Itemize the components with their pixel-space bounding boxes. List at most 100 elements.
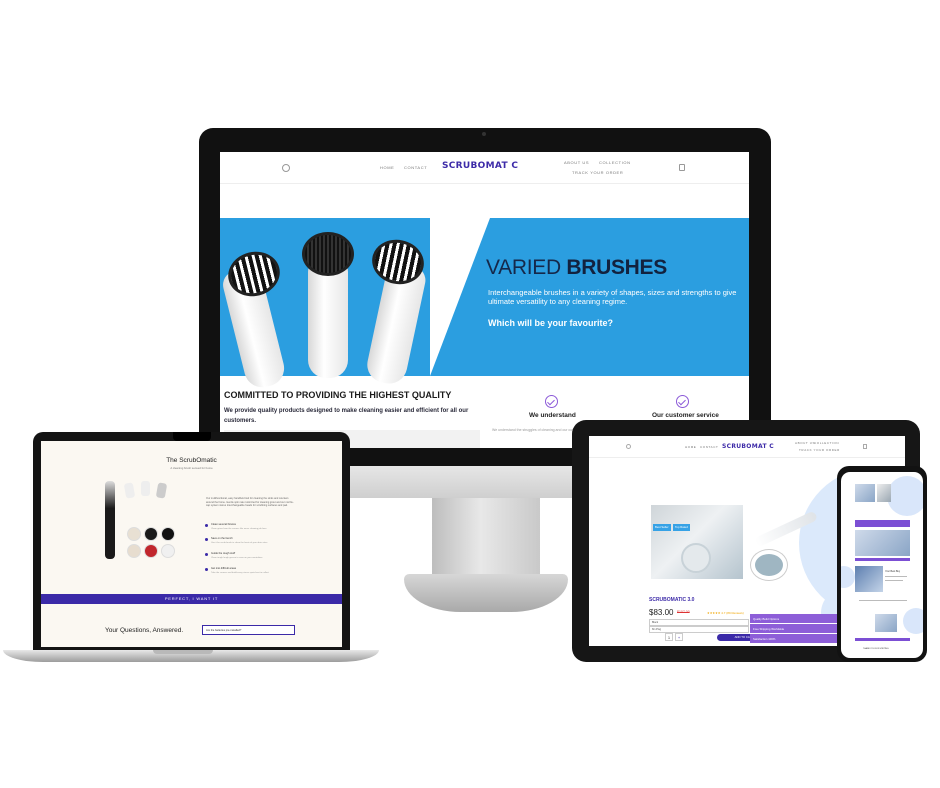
photo-tag: Best Seller <box>653 524 671 531</box>
brush-handle-2 <box>308 258 348 378</box>
hero-subtitle: Interchangeable brushes in a variety of … <box>488 288 737 307</box>
attachment-thumb[interactable] <box>144 527 158 541</box>
bullet-dot <box>205 524 208 527</box>
photo-tag: Top Rated <box>673 524 690 531</box>
plug-select[interactable]: 8in Plug <box>649 626 749 633</box>
nav-collection-link[interactable]: COLLECTION <box>599 160 631 165</box>
imac-camera <box>482 132 486 136</box>
accordion-item[interactable]: Satisfaction 100% <box>750 634 843 644</box>
brush-head-thumb <box>141 481 150 496</box>
product-page-title: The ScrubOmatic <box>166 457 217 464</box>
cta-banner-button[interactable]: PERFECT, I WANT IT <box>41 594 342 604</box>
device-mockup-stage: HOME CONTACT SCRUBOMAT C ABOUT US COLLEC… <box>0 0 940 788</box>
nav-track-order-link[interactable]: TRACK YOUR ORDER <box>799 448 840 452</box>
product-page-subtitle: A cleaning brush sensed for home <box>170 466 213 470</box>
brush-head-image <box>751 550 787 580</box>
nav-track-order-link[interactable]: TRACK YOUR ORDER <box>572 170 623 175</box>
hero-white-wedge <box>430 218 490 376</box>
product-lifestyle-photo: Best Seller Top Rated <box>651 505 743 579</box>
bullet-desc: Clean grime from the corners like never … <box>211 528 267 530</box>
color-select[interactable]: Black <box>649 619 749 626</box>
bullet-desc: Clean tough lough grease to save on your… <box>211 557 263 559</box>
bullet-desc: Use it for scrub brush to clean the knot… <box>211 542 268 544</box>
phone-footer: THANK YOU FOR VISITING <box>863 648 889 650</box>
brush-head-black <box>302 232 354 276</box>
commitment-heading: COMMITTED TO PROVIDING THE HIGHEST QUALI… <box>224 390 452 400</box>
bullet-label: Save on the bench <box>211 537 233 540</box>
bullet-label: Guide the tough stuff <box>211 552 236 555</box>
qty-input[interactable]: 1 <box>665 633 673 641</box>
qty-plus-button[interactable]: + <box>675 633 683 641</box>
commitment-subtitle: We provide quality products designed to … <box>224 408 469 424</box>
search-icon[interactable] <box>626 444 631 449</box>
decor-blob <box>887 476 923 516</box>
attachment-thumb[interactable] <box>144 544 158 558</box>
phone-screen: Your Best Buy THANK YOU FOR VISITING <box>841 472 923 658</box>
feature-image <box>875 614 897 632</box>
hero-title: VARIED BRUSHES <box>486 256 667 280</box>
site-header: HOME CONTACT SCRUBOMAT C ABOUT US COLLEC… <box>220 152 749 184</box>
feature-title-service: Our customer service <box>652 412 719 419</box>
cart-icon[interactable] <box>863 444 867 449</box>
laptop-notch <box>173 432 211 441</box>
attachment-thumb[interactable] <box>161 527 175 541</box>
nav-contact-link[interactable]: CONTACT <box>404 165 427 170</box>
product-old-price: $107.00 <box>677 610 690 614</box>
text-line <box>885 580 903 581</box>
site-logo[interactable]: SCRUBOMAT C <box>442 161 518 171</box>
laptop-base-notch <box>153 650 213 654</box>
feature-title-understand: We understand <box>529 412 576 419</box>
bullet-dot <box>205 568 208 571</box>
search-icon[interactable] <box>282 164 290 172</box>
purple-banner <box>855 520 910 527</box>
scrubomatic-product-image <box>105 481 115 559</box>
nav-about-link[interactable]: ABOUT US <box>795 441 815 445</box>
faq-select[interactable]: Are the batteries pre-installed? <box>202 625 295 635</box>
hero-question: Which will be your favourite? <box>488 318 614 328</box>
imac-stand-foot <box>404 574 568 612</box>
product-price: $83.00 <box>649 608 674 617</box>
bullet-dot <box>205 553 208 556</box>
nav-home-link[interactable]: HOME <box>685 445 696 449</box>
accordion-item[interactable]: Free Shipping Worldwide <box>750 624 843 634</box>
imac-screen: HOME CONTACT SCRUBOMAT C ABOUT US COLLEC… <box>220 152 749 448</box>
phone-headline: Your Best Buy <box>885 570 901 573</box>
attachment-thumb[interactable] <box>127 527 141 541</box>
bullet-dot <box>205 538 208 541</box>
feature-image <box>855 530 910 556</box>
tablet-site-header: HOME CONTACT SCRUBOMAT C ABOUT US COLLEC… <box>589 436 905 458</box>
check-circle-icon <box>676 395 689 408</box>
imac-stand-neck <box>432 498 540 576</box>
laptop-device: The ScrubOmatic A cleaning brush sensed … <box>33 432 350 650</box>
rating-stars: ★★★★★ 4.7 (89 Reviews) <box>707 611 744 615</box>
phone-device: Your Best Buy THANK YOU FOR VISITING <box>837 466 927 662</box>
purple-rule <box>855 638 910 641</box>
nav-collection-link[interactable]: COLLECTION <box>814 441 839 445</box>
product-description: Our multifunctional, easy handheld tool … <box>206 497 294 507</box>
feature-image <box>855 566 883 592</box>
laptop-screen: The ScrubOmatic A cleaning brush sensed … <box>41 441 342 647</box>
cart-icon[interactable] <box>679 164 685 171</box>
attachment-thumb[interactable] <box>127 544 141 558</box>
nav-about-link[interactable]: ABOUT US <box>564 160 589 165</box>
faq-heading: Your Questions, Answered. <box>105 627 184 634</box>
text-line <box>885 576 907 577</box>
attachment-thumb[interactable] <box>161 544 175 558</box>
product-thumb[interactable] <box>877 484 891 502</box>
bullet-desc: Take the corners and build every stress … <box>211 572 269 574</box>
site-logo[interactable]: SCRUBOMAT C <box>722 443 774 450</box>
hero-title-light: VARIED <box>486 256 561 279</box>
brush-in-use-image <box>681 543 711 573</box>
nav-home-link[interactable]: HOME <box>380 165 394 170</box>
purple-rule <box>855 558 910 561</box>
nav-contact-link[interactable]: CONTACT <box>700 445 718 449</box>
hero-title-bold: BRUSHES <box>566 256 667 279</box>
brush-head-thumb <box>123 482 136 499</box>
imac-device: HOME CONTACT SCRUBOMAT C ABOUT US COLLEC… <box>199 128 771 466</box>
bullet-label: Get into difficult areas <box>211 567 237 570</box>
product-name: SCRUBOMATIC 3.0 <box>649 597 695 603</box>
decor-blob <box>903 608 923 634</box>
product-thumb[interactable] <box>855 484 875 502</box>
brush-head-thumb <box>155 482 168 499</box>
accordion-item[interactable]: Quality Build Options <box>750 614 843 624</box>
